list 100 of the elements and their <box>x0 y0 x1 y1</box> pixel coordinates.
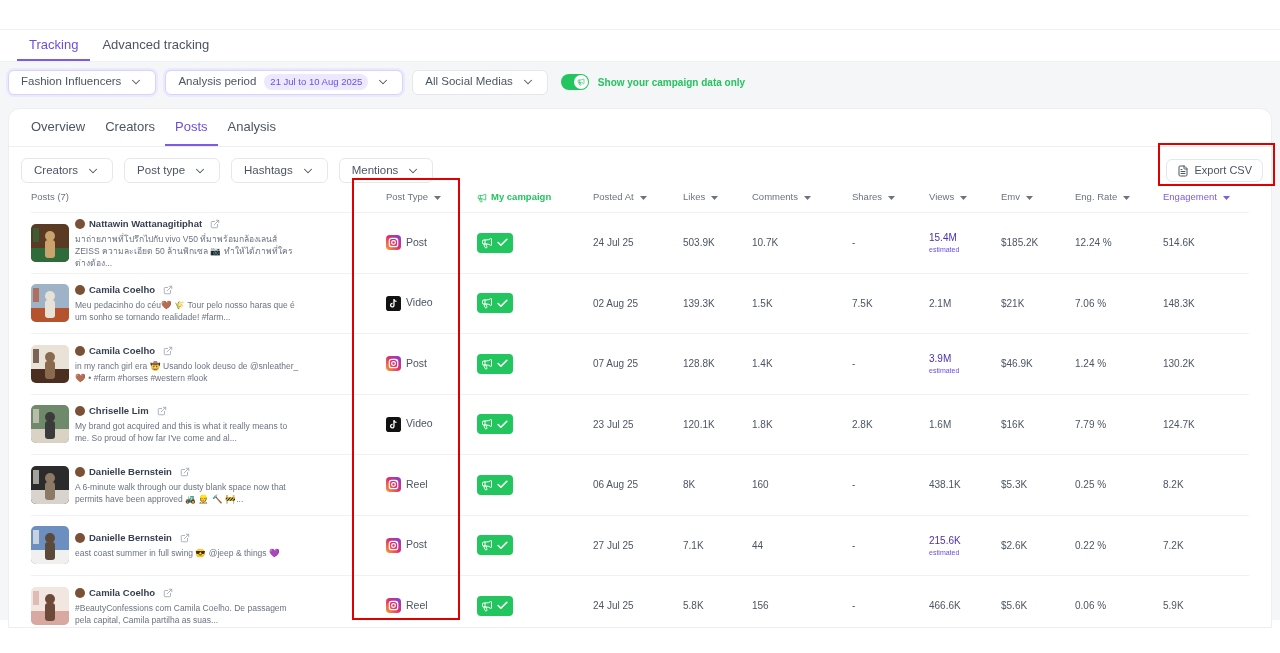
table-cell-text: 1.24 % <box>1075 357 1108 372</box>
table-cell-text: 10.7K <box>752 236 780 251</box>
table-cell-text: 120.1K <box>683 417 716 432</box>
table-cell-text: 12.24 % <box>1075 236 1113 251</box>
table-cell-text: 0.25 % <box>1075 478 1108 493</box>
table-cell-text: 7.1K <box>683 538 705 553</box>
post-type: Reel <box>386 476 477 493</box>
filter-dropdown[interactable]: Post type <box>124 158 221 183</box>
external-link-icon[interactable] <box>163 345 173 356</box>
column-header[interactable]: Engagement <box>1163 190 1249 205</box>
instagram-icon <box>386 235 401 251</box>
external-link-icon[interactable] <box>163 285 173 296</box>
sort-caret-icon <box>1222 195 1230 200</box>
megaphone-icon <box>576 78 585 86</box>
nav-tab[interactable]: Advanced tracking <box>90 30 222 61</box>
sort-caret-icon <box>1026 195 1033 200</box>
column-header[interactable]: Comments <box>752 190 852 205</box>
column-header[interactable]: Likes <box>683 190 752 205</box>
table-cell-text: 23 Jul 25 <box>593 417 635 432</box>
table-cell-text: 130.2K <box>1163 357 1196 372</box>
section-tab[interactable]: Analysis <box>217 109 286 146</box>
csv-file-icon <box>1176 164 1189 177</box>
table-cell-text: 7.06 % <box>1075 296 1108 311</box>
table-cell-text: 24 Jul 25 <box>593 599 635 614</box>
table-cell-text: $16K <box>1001 417 1026 432</box>
instagram-icon <box>386 356 401 372</box>
tiktok-icon <box>386 295 401 311</box>
post-caption: east coast summer in full swing 😎 @jeep & things 💜 <box>75 547 280 560</box>
column-header[interactable]: Shares <box>852 190 929 205</box>
post-caption: in my ranch girl era 🤠 Usando look deuso de @snleather_ 🤎 • #farm #horses #western #look <box>75 359 300 384</box>
section-tab[interactable]: Creators <box>95 109 166 146</box>
creator-name[interactable]: Danielle Bernstein <box>89 464 172 479</box>
table-cell-text: 514.6K <box>1163 236 1196 251</box>
toggle-label: Show your campaign data only <box>597 75 746 90</box>
creator-avatar <box>75 587 85 598</box>
table-cell-text: - <box>852 538 857 553</box>
period-badge: 21 Jul to 10 Aug 2025 <box>264 73 369 91</box>
post-type: Post <box>386 234 477 251</box>
table-cell-text: 7.79 % <box>1075 417 1108 432</box>
table-cell-text: 1.5K <box>752 296 774 311</box>
external-link-icon[interactable] <box>210 218 221 229</box>
section-tab[interactable]: Posts <box>165 109 218 146</box>
table-cell-text: 8K <box>683 478 697 493</box>
creator-name[interactable]: Camila Coelho <box>89 343 155 358</box>
external-link-icon[interactable] <box>179 466 190 477</box>
column-header[interactable]: Eng. Rate <box>1075 190 1163 205</box>
table-cell-text: 124.7K <box>1163 417 1196 432</box>
column-header[interactable]: Emv <box>1001 190 1075 205</box>
period-dropdown[interactable]: Analysis period 21 Jul to 10 Aug 2025 <box>165 69 404 95</box>
table-cell-text: 3.9M <box>929 352 953 366</box>
instagram-icon <box>386 477 401 493</box>
export-csv-button[interactable]: Export CSV <box>1165 159 1263 182</box>
filter-dropdown[interactable]: Hashtags <box>231 158 328 183</box>
external-link-icon[interactable] <box>156 406 167 417</box>
table-cell-text: 215.6K <box>929 533 962 548</box>
campaign-toggle[interactable] <box>560 74 589 90</box>
creator-name[interactable]: Danielle Bernstein <box>89 531 172 546</box>
post-caption: My brand got acquired and this is what it really means to me. So proud of how far I've come and al... <box>75 420 289 445</box>
table-cell-text: 128.8K <box>683 357 716 372</box>
column-header: Posts (7) <box>31 190 70 205</box>
creator-name[interactable]: Camila Coelho <box>89 283 155 298</box>
column-header[interactable]: Views <box>929 190 1001 205</box>
post-caption: #BeautyConfessions com Camila Coelho. De passagem pela capital, Camila partilha as suas... <box>75 601 288 626</box>
creator-name[interactable]: Camila Coelho <box>89 585 155 600</box>
filter-dropdown[interactable]: Mentions <box>338 158 434 183</box>
table-cell-text: 06 Aug 25 <box>593 478 640 493</box>
table-cell-text: 7.5K <box>852 296 874 311</box>
table-cell-text: 1.6M <box>929 417 953 432</box>
table-cell-text: 2.8K <box>852 417 874 432</box>
table-cell-text: 5.8K <box>683 599 705 614</box>
instagram-icon <box>386 598 401 614</box>
creator-avatar <box>75 345 85 356</box>
table-cell-text: 8.2K <box>1163 478 1185 493</box>
table-cell-text: 156 <box>752 599 770 614</box>
creator-name[interactable]: Nattawin Wattanagitiphat <box>89 216 203 231</box>
table-cell-text: - <box>852 236 857 251</box>
table-cell-text: $2.6K <box>1001 538 1029 553</box>
section-tab[interactable]: Overview <box>21 109 96 146</box>
filter-dropdown[interactable]: Fashion Influencers <box>8 69 157 95</box>
creator-avatar <box>75 218 85 229</box>
table-cell-text: 160 <box>752 478 770 493</box>
table-cell-text: 02 Aug 25 <box>593 296 640 311</box>
column-header: My campaign <box>477 190 593 205</box>
table-cell-text: 2.1M <box>929 296 953 311</box>
column-header[interactable]: Post Type <box>386 190 477 205</box>
column-header[interactable]: Posted At <box>593 190 683 205</box>
filter-dropdown[interactable]: Creators <box>21 158 114 183</box>
external-link-icon[interactable] <box>179 533 190 544</box>
table-cell-text: 0.22 % <box>1075 538 1108 553</box>
post-type: Video <box>386 295 477 312</box>
megaphone-icon <box>477 192 487 203</box>
table-cell-text: 1.8K <box>752 417 774 432</box>
table-cell-text: 139.3K <box>683 296 716 311</box>
filter-dropdown[interactable]: All Social Medias <box>412 69 548 95</box>
instagram-icon <box>386 537 401 553</box>
creator-avatar <box>75 466 85 477</box>
sort-caret-icon <box>888 195 896 200</box>
creator-name[interactable]: Chriselle Lim <box>89 404 149 419</box>
external-link-icon[interactable] <box>163 587 173 598</box>
table-cell-text: - <box>852 478 857 493</box>
